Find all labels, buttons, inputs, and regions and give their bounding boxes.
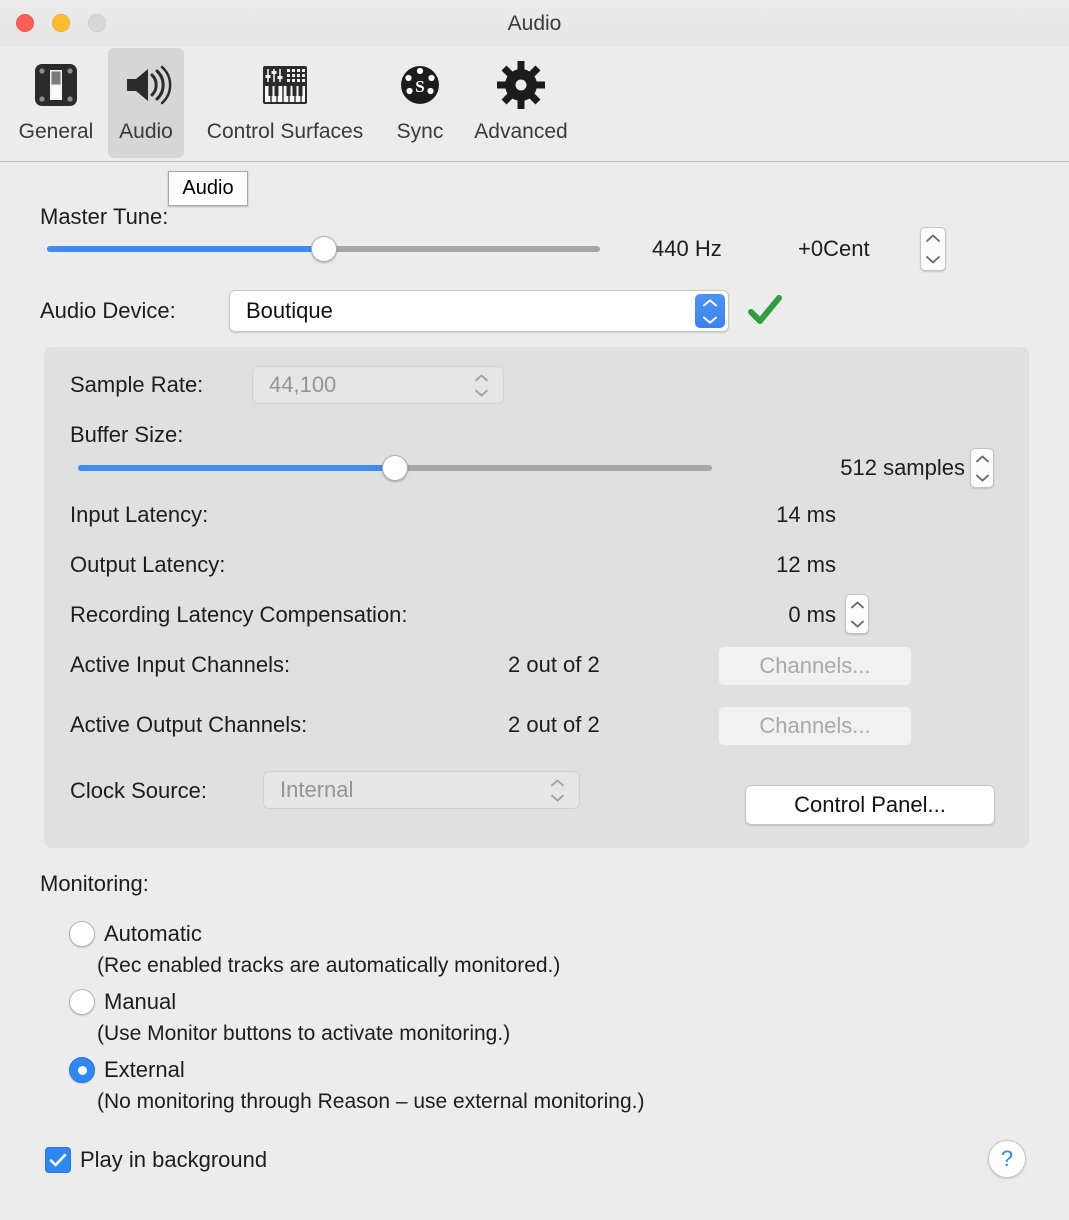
- tab-general[interactable]: General: [8, 48, 104, 158]
- buffer-size-label: Buffer Size:: [70, 422, 184, 447]
- audio-device-popup[interactable]: Boutique: [229, 290, 729, 332]
- sample-rate-combo: 44,100: [252, 366, 504, 404]
- radio-monitoring-automatic-label[interactable]: Automatic: [104, 921, 202, 947]
- audio-preferences-window: Audio General Audio Control Surfaces S S…: [0, 0, 1069, 1220]
- svg-text:S: S: [415, 77, 424, 96]
- chevron-down-icon: [550, 794, 564, 801]
- output-latency-value: 12 ms: [776, 552, 836, 577]
- chevron-up-icon: [975, 455, 989, 462]
- radio-monitoring-manual-label[interactable]: Manual: [104, 989, 176, 1015]
- monitoring-label: Monitoring:: [40, 871, 149, 896]
- audio-device-popup-arrows[interactable]: [695, 294, 725, 328]
- title-bar: Audio: [0, 0, 1069, 46]
- buffer-size-stepper[interactable]: [970, 448, 994, 488]
- recording-latency-compensation-value: 0 ms: [788, 602, 836, 627]
- fader-plate-icon: [25, 54, 87, 116]
- tab-advanced[interactable]: Advanced: [460, 48, 582, 158]
- chevron-up-icon: [550, 779, 564, 786]
- radio-monitoring-manual[interactable]: [69, 989, 95, 1015]
- master-tune-frequency-value: 440 Hz: [652, 236, 722, 261]
- buffer-size-slider-fill: [78, 465, 395, 471]
- clock-source-value: Internal: [280, 777, 354, 802]
- recording-latency-compensation-label: Recording Latency Compensation:: [70, 602, 408, 627]
- chevron-down-icon: [926, 256, 940, 264]
- chevron-up-icon: [703, 298, 717, 306]
- sample-rate-arrows: [471, 370, 491, 400]
- master-tune-slider-knob[interactable]: [310, 236, 337, 262]
- monitoring-automatic-description: (Rec enabled tracks are automatically mo…: [97, 954, 561, 977]
- chevron-down-icon: [850, 620, 864, 627]
- play-in-background-label[interactable]: Play in background: [80, 1147, 267, 1173]
- buffer-size-value: 512 samples: [840, 455, 965, 480]
- recording-latency-compensation-stepper[interactable]: [845, 594, 869, 634]
- help-button[interactable]: ?: [988, 1140, 1026, 1178]
- input-latency-label: Input Latency:: [70, 502, 209, 527]
- master-tune-label: Master Tune:: [40, 204, 169, 229]
- tab-control-surfaces-label: Control Surfaces: [206, 120, 364, 143]
- active-input-channels-value: 2 out of 2: [508, 652, 600, 677]
- chevron-down-icon: [474, 389, 488, 396]
- sample-rate-value: 44,100: [269, 372, 337, 397]
- preferences-toolbar: General Audio Control Surfaces S Sync Ad…: [0, 46, 1069, 206]
- speaker-icon: [115, 54, 177, 116]
- tab-sync[interactable]: S Sync: [384, 48, 456, 158]
- tab-control-surfaces[interactable]: Control Surfaces: [190, 48, 380, 158]
- audio-device-label: Audio Device:: [40, 298, 176, 323]
- gear-icon: [490, 54, 552, 116]
- radio-monitoring-external[interactable]: [69, 1057, 95, 1083]
- checkmark-icon: [49, 1153, 67, 1167]
- tab-sync-label: Sync: [396, 120, 444, 143]
- control-panel-button[interactable]: Control Panel...: [745, 785, 995, 825]
- tab-audio[interactable]: Audio: [108, 48, 184, 158]
- tooltip-audio: Audio: [168, 171, 248, 206]
- master-tune-stepper[interactable]: [920, 227, 946, 271]
- input-channels-button: Channels...: [718, 646, 912, 686]
- clock-source-combo: Internal: [263, 771, 580, 809]
- midi-din-icon: S: [389, 54, 451, 116]
- green-checkmark-icon: [748, 295, 782, 333]
- tab-general-label: General: [18, 120, 94, 143]
- tab-advanced-label: Advanced: [474, 120, 568, 143]
- master-tune-slider-fill: [47, 246, 324, 252]
- buffer-size-slider[interactable]: [78, 455, 712, 481]
- master-tune-slider[interactable]: [47, 236, 600, 262]
- radio-monitoring-external-label[interactable]: External: [104, 1057, 185, 1083]
- clock-source-label: Clock Source:: [70, 778, 207, 803]
- chevron-down-icon: [975, 474, 989, 481]
- sample-rate-label: Sample Rate:: [70, 372, 204, 397]
- active-input-channels-label: Active Input Channels:: [70, 652, 291, 677]
- active-output-channels-value: 2 out of 2: [508, 712, 600, 737]
- master-tune-cent-value: +0Cent: [798, 236, 870, 261]
- monitoring-external-description: (No monitoring through Reason – use exte…: [97, 1090, 645, 1113]
- chevron-up-icon: [474, 374, 488, 381]
- monitoring-manual-description: (Use Monitor buttons to activate monitor…: [97, 1022, 511, 1045]
- output-latency-label: Output Latency:: [70, 552, 226, 577]
- play-in-background-checkbox[interactable]: [45, 1147, 71, 1173]
- audio-device-value: Boutique: [246, 298, 333, 323]
- clock-source-arrows: [547, 775, 567, 805]
- input-latency-value: 14 ms: [776, 502, 836, 527]
- output-channels-button: Channels...: [718, 706, 912, 746]
- active-output-channels-label: Active Output Channels:: [70, 712, 308, 737]
- buffer-size-slider-knob[interactable]: [382, 455, 408, 481]
- chevron-up-icon: [926, 234, 940, 242]
- chevron-up-icon: [850, 601, 864, 608]
- window-title: Audio: [507, 12, 562, 35]
- tab-audio-label: Audio: [119, 120, 173, 143]
- midi-keyboard-icon: [254, 54, 316, 116]
- chevron-down-icon: [703, 316, 717, 324]
- radio-monitoring-automatic[interactable]: [69, 921, 95, 947]
